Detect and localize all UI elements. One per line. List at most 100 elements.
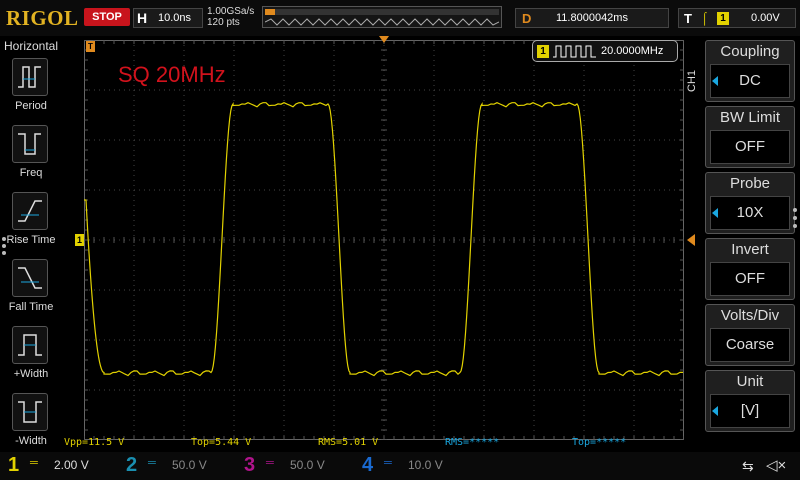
trigger-display[interactable]: T ⌠ 1 0.00V: [678, 8, 796, 28]
menu-item-neg-width[interactable]: -Width: [0, 393, 62, 459]
coupling-title: Coupling: [720, 43, 780, 60]
period-icon: [12, 58, 48, 96]
measurement-rms-ch2[interactable]: RMS=*****: [445, 437, 499, 448]
coupling-softkey[interactable]: Coupling DC: [705, 40, 795, 102]
measurement-rms[interactable]: RMS=5.01 V: [318, 437, 378, 448]
run-stop-indicator[interactable]: STOP: [84, 8, 130, 26]
pos-width-icon: [12, 326, 48, 364]
bw-limit-softkey[interactable]: BW Limit OFF: [705, 106, 795, 168]
sample-rate-info: 1.00GSa/s 120 pts: [207, 6, 254, 28]
menu-label-period: Period: [15, 100, 47, 112]
frequency-counter: 1 20.0000MHz: [532, 40, 678, 62]
menu-label-pos-width: +Width: [13, 368, 49, 380]
delay-display[interactable]: D 11.8000042ms: [515, 8, 669, 28]
select-arrow-icon: [712, 76, 718, 86]
timebase-display[interactable]: H 10.0ns: [133, 8, 203, 28]
coupling-value: DC: [710, 64, 790, 98]
timebase-key: H: [137, 10, 148, 26]
invert-title: Invert: [731, 241, 769, 258]
trigger-level-marker[interactable]: [687, 234, 695, 246]
dc-coupling-icon: ═: [148, 457, 156, 469]
ch4-number: 4: [362, 454, 374, 476]
memory-points: 120 pts: [207, 17, 240, 28]
memory-position-bar[interactable]: [262, 6, 502, 28]
ch3-number: 3: [244, 454, 256, 476]
ch2-status[interactable]: 2 ═ 50.0 V: [118, 452, 236, 480]
square-wave-icon: [553, 45, 596, 58]
usb-icon: ⇆: [742, 458, 754, 474]
invert-softkey[interactable]: Invert OFF: [705, 238, 795, 300]
volts-div-softkey[interactable]: Volts/Div Coarse: [705, 304, 795, 366]
memory-waveform-icon: [265, 18, 499, 26]
memory-window: [265, 9, 275, 15]
dc-coupling-icon: ═: [266, 457, 274, 469]
horizontal-measure-menu: Horizontal Period Freq Rise Time Fall Ti…: [0, 36, 62, 452]
page-dot: [793, 208, 797, 212]
sample-rate: 1.00GSa/s: [207, 6, 255, 17]
ch3-status[interactable]: 3 ═ 50.0 V: [236, 452, 354, 480]
menu-label-neg-width: -Width: [15, 435, 47, 447]
probe-title: Probe: [729, 175, 771, 192]
menu-title: Horizontal: [3, 39, 59, 53]
delay-key: D: [522, 11, 532, 26]
dc-coupling-icon: ═: [30, 457, 38, 469]
counter-channel-badge: 1: [537, 45, 549, 58]
measurement-vpp[interactable]: Vpp=11.5 V: [64, 437, 124, 448]
volts-div-value: Coarse: [710, 328, 790, 362]
bw-limit-title: BW Limit: [720, 109, 780, 126]
ch4-scale: 10.0 V: [408, 458, 443, 472]
page-dot: [793, 216, 797, 220]
menu-item-pos-width[interactable]: +Width: [0, 326, 62, 392]
page-dot: [793, 224, 797, 228]
top-status-bar: RIGOL STOP H 10.0ns 1.00GSa/s 120 pts D …: [0, 0, 800, 36]
menu-item-fall-time[interactable]: Fall Time: [0, 259, 62, 325]
neg-width-icon: [12, 393, 48, 431]
select-arrow-icon: [712, 406, 718, 416]
trigger-key: T: [684, 11, 692, 26]
ch1-status[interactable]: 1 ═ 2.00 V: [0, 452, 118, 480]
select-arrow-icon: [712, 208, 718, 218]
ch2-number: 2: [126, 454, 138, 476]
speaker-muted-icon[interactable]: ◁×: [766, 456, 786, 474]
measurement-bar: Vpp=11.5 V Top=5.44 V RMS=5.01 V RMS=***…: [64, 436, 704, 450]
unit-softkey[interactable]: Unit [V]: [705, 370, 795, 432]
dc-coupling-icon: ═: [384, 457, 392, 469]
trigger-source-badge: 1: [717, 12, 729, 25]
menu-item-rise-time[interactable]: Rise Time: [0, 192, 62, 258]
channel-menu-label: CH1: [686, 69, 698, 92]
ch2-scale: 50.0 V: [172, 458, 207, 472]
menu-label-fall-time: Fall Time: [8, 301, 54, 313]
trigger-time-marker[interactable]: [379, 36, 389, 43]
brand-logo: RIGOL: [6, 6, 79, 30]
rise-time-icon: [12, 192, 48, 230]
ch1-offset-marker[interactable]: 1: [75, 234, 84, 246]
memory-lane: [265, 9, 499, 15]
menu-item-freq[interactable]: Freq: [0, 125, 62, 191]
fall-time-icon: [12, 259, 48, 297]
screen-annotation: SQ 20MHz: [118, 62, 226, 87]
grid-lines: [84, 40, 684, 440]
ch1-number: 1: [8, 454, 20, 476]
trigger-position-marker[interactable]: T: [86, 41, 95, 52]
channel-settings-menu: Coupling DC BW Limit OFF Probe 10X Inver…: [705, 40, 795, 440]
ch1-scale: 2.00 V: [54, 458, 89, 472]
probe-value: 10X: [710, 196, 790, 230]
volts-div-title: Volts/Div: [720, 307, 780, 324]
probe-softkey[interactable]: Probe 10X: [705, 172, 795, 234]
timebase-value: 10.0ns: [158, 12, 192, 24]
measurement-top-ch2[interactable]: Top=*****: [572, 437, 626, 448]
measurement-top[interactable]: Top=5.44 V: [191, 437, 251, 448]
bw-limit-value: OFF: [710, 130, 790, 164]
unit-title: Unit: [736, 373, 764, 390]
menu-item-period[interactable]: Period: [0, 58, 62, 124]
menu-label-rise-time: Rise Time: [6, 234, 56, 246]
rising-edge-icon: ⌠: [701, 11, 709, 25]
invert-value: OFF: [710, 262, 790, 296]
ch3-scale: 50.0 V: [290, 458, 325, 472]
trigger-level: 0.00V: [751, 12, 780, 24]
ch4-status[interactable]: 4 ═ 10.0 V: [354, 452, 472, 480]
waveform-graticule[interactable]: [84, 40, 684, 440]
menu-page-dots: [2, 237, 8, 258]
channel-status-bar: 1 ═ 2.00 V 2 ═ 50.0 V 3 ═ 50.0 V 4 ═ 10.…: [0, 452, 800, 480]
menu-label-freq: Freq: [19, 167, 43, 179]
